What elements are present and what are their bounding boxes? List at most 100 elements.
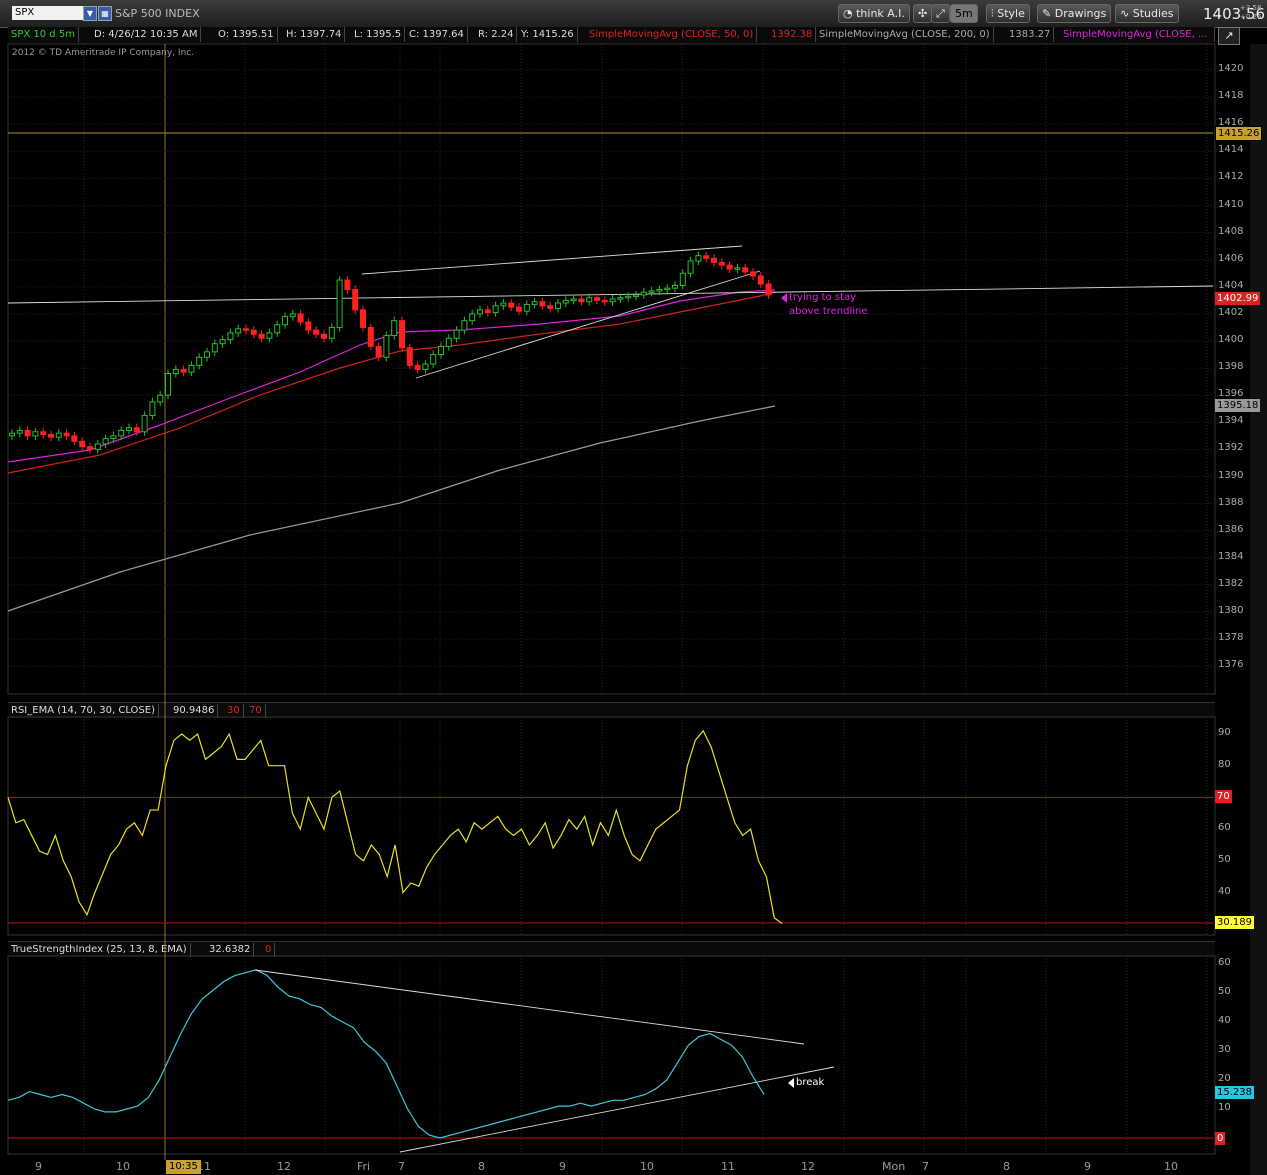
candle-body: [211, 343, 218, 353]
rsi-axis-label: 60: [1218, 822, 1231, 834]
rsi-last-tag: 30.189: [1215, 916, 1254, 929]
candle-body: [438, 345, 444, 356]
time-axis-label: 10: [1164, 1160, 1178, 1173]
candle-body: [523, 303, 530, 312]
candle-body: [414, 364, 421, 370]
tsi-panel-border: [7, 955, 1216, 1155]
price-axis-label: 1390: [1218, 469, 1244, 481]
price-axis-label: 1392: [1218, 442, 1244, 454]
candle-body: [157, 394, 164, 403]
candle-body: [375, 345, 382, 358]
candle-body: [180, 368, 187, 373]
yclose-price-tag: 1415.26: [1215, 126, 1263, 141]
candle-body: [734, 267, 741, 270]
chart-canvas[interactable]: [0, 0, 1267, 1175]
candle-body: [500, 302, 507, 307]
last-price-tag: 1402.99: [1215, 292, 1261, 305]
cursor-time-tag: 10:35: [166, 1160, 201, 1174]
candle-body: [555, 302, 561, 309]
price-axis-label: 1382: [1218, 577, 1244, 589]
tsi-ascending-trendline: [399, 1066, 835, 1153]
candle-body: [55, 432, 62, 438]
candle-body: [172, 368, 179, 375]
candle-body: [718, 261, 725, 266]
candle-body: [305, 321, 312, 331]
candle-body: [258, 333, 265, 339]
candle-body: [516, 306, 522, 312]
candle-body: [204, 351, 210, 358]
candle-body: [477, 309, 483, 315]
candle-body: [40, 431, 47, 435]
price-axis-label: 1376: [1218, 659, 1244, 671]
candle-body: [266, 332, 273, 339]
tsi-line: [7, 969, 765, 1139]
tsi-descending-trendline: [254, 969, 805, 1045]
time-axis-label: 7: [398, 1160, 405, 1173]
candle-body: [453, 329, 460, 339]
candle-body: [687, 260, 694, 274]
candle-body: [196, 356, 203, 366]
price-axis-label: 1414: [1218, 144, 1244, 156]
candle-body: [9, 432, 15, 437]
time-axis-label: 9: [35, 1160, 42, 1173]
sma200-line: [7, 405, 776, 612]
candle-body: [601, 299, 608, 303]
candle-body: [422, 363, 429, 370]
candle-body: [250, 329, 257, 335]
candle-body: [188, 364, 195, 373]
price-axis-label: 1380: [1218, 605, 1244, 616]
candle-body: [539, 301, 546, 307]
candle-body: [625, 295, 632, 299]
candle-body: [750, 271, 756, 277]
candle-body: [32, 431, 39, 437]
price-axis-label: 1384: [1218, 550, 1244, 562]
time-axis-label: 11: [721, 1160, 735, 1173]
tsi-axis-label: 30: [1218, 1044, 1231, 1055]
candle-body: [24, 429, 31, 437]
sma50-red-line: [7, 291, 776, 474]
candle-body: [640, 291, 647, 296]
price-axis-label: 1410: [1218, 198, 1244, 210]
candle-body: [742, 267, 749, 273]
time-axis-label: 10: [116, 1160, 130, 1173]
candle-body: [282, 316, 288, 326]
candle-body: [484, 309, 491, 314]
annotation-trendline-line1: trying to stay: [789, 292, 856, 303]
annotation-trendline-line2: above trendline: [789, 306, 868, 317]
candle-body: [149, 401, 156, 417]
price-axis-label: 1402: [1218, 306, 1244, 318]
candle-body: [609, 298, 616, 303]
rsi-axis-label: 80: [1218, 758, 1231, 770]
candle-body: [94, 443, 101, 450]
candle-body: [617, 297, 624, 300]
candle-body: [344, 279, 351, 291]
candle-body: [508, 302, 515, 308]
rsi-70-tag: 70: [1215, 790, 1232, 803]
candle-body: [360, 309, 366, 328]
tsi-zero-tag: 0: [1215, 1132, 1226, 1145]
tsi-last-tag: 15.238: [1215, 1086, 1254, 1099]
sma200-price-tag: 1395.18: [1215, 399, 1261, 412]
price-axis-label: 1408: [1218, 225, 1244, 237]
candle-body: [586, 297, 593, 303]
tsi-axis-label: 40: [1218, 1015, 1231, 1026]
rsi-axis-label: 40: [1218, 885, 1231, 897]
tsi-axis-label: 50: [1218, 986, 1231, 997]
candle-body: [227, 332, 234, 341]
candle-body: [118, 429, 125, 437]
candle-body: [63, 432, 70, 437]
candle-body: [79, 440, 86, 448]
candle-body: [578, 298, 585, 303]
candle-body: [133, 427, 140, 433]
candle-body: [243, 328, 249, 331]
candle-body: [336, 279, 343, 328]
time-axis-label: Fri: [357, 1160, 371, 1173]
candle-body: [399, 320, 405, 349]
time-axis-label: 9: [559, 1160, 566, 1173]
time-axis-label: 12: [277, 1160, 291, 1173]
price-axis-label: 1400: [1218, 334, 1244, 345]
rsi-axis-label: 50: [1218, 853, 1231, 865]
price-axis-label: 1418: [1218, 90, 1244, 102]
candle-body: [406, 347, 413, 366]
candle-body: [367, 326, 374, 347]
